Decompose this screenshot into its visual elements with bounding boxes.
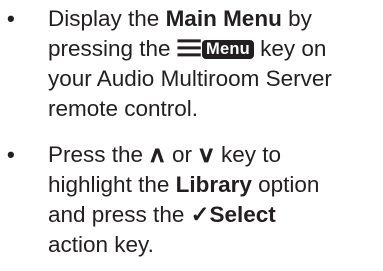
down-arrow-icon: ∨ (197, 142, 216, 167)
line-text: key to (214, 142, 282, 167)
instruction-line: your Audio Multiroom Server (48, 64, 332, 94)
line-text: your Audio Multiroom Server (48, 66, 332, 91)
line-text: action key. (48, 232, 154, 257)
bullet-point: • (7, 142, 15, 167)
instruction-line: Display the Main Menu by (48, 4, 312, 34)
line-text: or (165, 142, 199, 167)
up-arrow-icon: ∧ (148, 142, 168, 167)
instruction-line: Press the ∧ or ∨ key to (48, 140, 281, 170)
bullet-point: • (7, 6, 15, 31)
line-text: and press the (48, 202, 191, 227)
line-text: Display the (48, 6, 166, 31)
instruction-line: and press the ✓Select (48, 200, 276, 230)
line-text: Press the (48, 142, 150, 167)
instruction-line: remote control. (48, 94, 198, 124)
line-text: by (281, 6, 312, 31)
instruction-page: • Display the Main Menu by pressing the … (0, 0, 383, 271)
menu-key-badge: Menu (202, 40, 254, 59)
instruction-line: highlight the Library option (48, 170, 319, 200)
line-text: key on (253, 36, 327, 61)
line-text: remote control. (48, 96, 199, 121)
line-text: option (251, 172, 320, 197)
line-text: highlight the (48, 172, 176, 197)
instruction-line: pressing the ☰ Menu key on (48, 34, 326, 64)
library-label: Library (175, 172, 252, 197)
checkmark-icon: ✓ (190, 202, 210, 227)
main-menu-label: Main Menu (165, 6, 282, 31)
menu-list-icon: ☰ (175, 36, 203, 61)
instruction-line: action key. (48, 230, 154, 260)
select-label: Select (209, 202, 276, 227)
line-text: pressing the (48, 36, 177, 61)
